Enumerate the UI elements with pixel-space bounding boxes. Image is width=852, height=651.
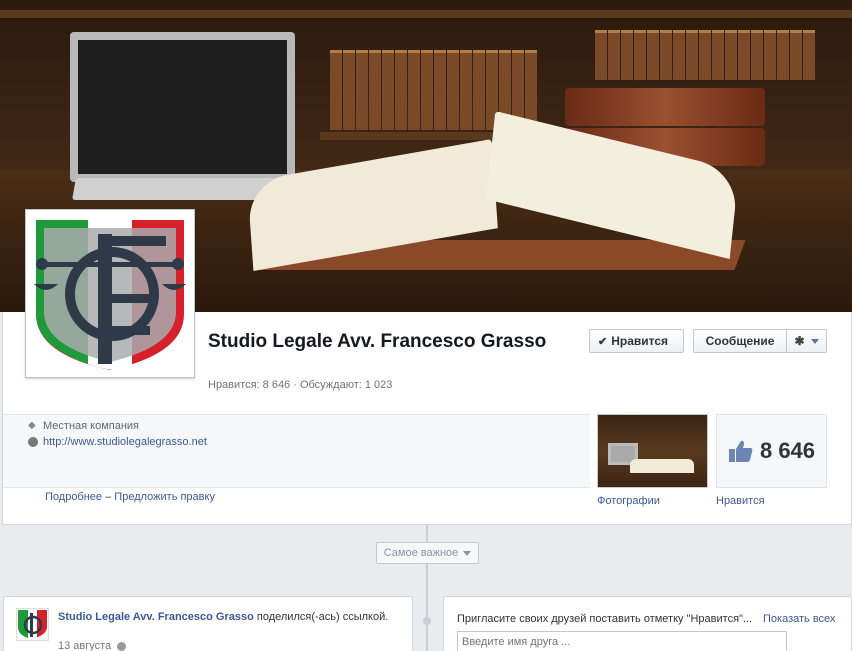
photos-thumbnail[interactable] [597,414,708,488]
post-header: Studio Legale Avv. Francesco Grasso поде… [58,610,398,625]
post-meta: 13 августа [58,640,127,651]
message-button[interactable]: Сообщение [693,329,786,353]
about-links: Подробнее – Предложить правку [45,491,215,503]
message-button-label: Сообщение [705,334,775,348]
thumbs-up-icon [728,440,753,462]
post-date[interactable]: 13 августа [58,640,111,651]
category-row: ◆ Местная компания [28,420,139,432]
globe-icon [117,641,127,651]
page-title[interactable]: Studio Legale Avv. Francesco Grasso [208,331,548,353]
more-info-link[interactable]: Подробнее [45,491,102,503]
invite-text: Пригласите своих друзей поставить отметк… [457,613,753,625]
highlights-label: Самое важное [383,547,459,559]
chevron-down-icon [810,338,819,344]
cover-leather-book [565,88,765,126]
suggest-edit-link[interactable]: Предложить правку [114,491,215,503]
chevron-down-icon [463,550,472,556]
cover-shelf [0,10,852,18]
check-icon: ✔ [598,335,608,348]
likes-label[interactable]: Нравится [716,495,765,507]
photos-label[interactable]: Фотографии [597,495,660,507]
post-author-link[interactable]: Studio Legale Avv. Francesco Grasso [58,611,254,623]
law-firm-logo [34,220,186,371]
post-author-avatar[interactable] [16,608,49,641]
like-button-label: Нравится [611,334,669,348]
timeline-dot [423,617,431,625]
avatar-logo [18,610,47,640]
gear-icon: ✱ [794,334,805,348]
page-stats: Нравится: 8 646 · Обсуждают: 1 023 [208,379,393,391]
likes-count: 8 646 [759,438,816,463]
settings-dropdown-button[interactable]: ✱ [786,329,827,353]
website-link[interactable]: http://www.studiolegalegrasso.net [43,436,207,448]
like-button[interactable]: ✔ Нравится [589,329,684,353]
cover-books-right [595,30,815,80]
highlights-dropdown[interactable]: Самое важное [376,542,479,564]
cover-open-book [247,110,750,271]
profile-picture[interactable] [25,209,195,378]
post-action-text: поделился(-ась) ссылкой. [253,611,389,623]
likes-thumbnail[interactable]: 8 646 [716,414,827,488]
tag-icon: ◆ [28,420,36,431]
category-label: Местная компания [43,420,140,432]
link-separator: – [105,491,112,503]
website-row[interactable]: http://www.studiolegalegrasso.net [28,436,207,448]
globe-icon [28,437,38,447]
show-all-link[interactable]: Показать всех [763,613,835,625]
friend-name-input[interactable] [457,631,787,651]
